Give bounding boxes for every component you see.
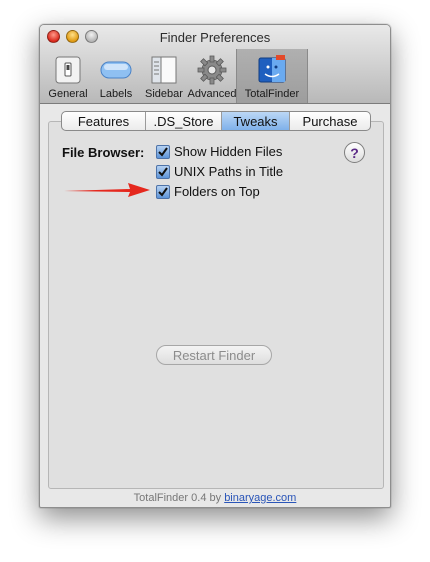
toolbar-advanced[interactable]: Advanced [188,49,236,103]
checkmark-icon [158,166,168,177]
file-browser-label: File Browser: [62,145,145,160]
totalfinder-icon [256,54,288,86]
tab-bar: Features .DS_Store Tweaks Purchase [61,111,371,131]
binaryage-link[interactable]: binaryage.com [224,492,296,504]
checkmark-icon [158,186,168,197]
folders-on-top-checkbox[interactable] [156,184,170,199]
sidebar-icon [148,54,180,86]
folders-on-top-option[interactable]: Folders on Top [156,184,260,199]
footer-by: by [209,492,222,504]
window-title: Finder Preferences [159,30,271,45]
tab-features[interactable]: Features [62,112,146,130]
preferences-window: Finder Preferences General Labels Sideba… [39,24,391,508]
help-button[interactable]: ? [344,142,365,163]
unix-paths-option[interactable]: UNIX Paths in Title [156,164,283,179]
tab-purchase[interactable]: Purchase [290,112,370,130]
gear-icon [196,54,228,86]
unix-paths-label: UNIX Paths in Title [174,164,284,179]
labels-pill-icon [100,54,132,86]
tab-tweaks[interactable]: Tweaks [222,112,290,130]
tab-ds-store[interactable]: .DS_Store [146,112,222,130]
toolbar-sidebar[interactable]: Sidebar [140,49,188,103]
show-hidden-files-checkbox[interactable] [156,144,170,159]
general-switch-icon [52,54,84,86]
toolbar-labels[interactable]: Labels [92,49,140,103]
checkmark-icon [158,146,168,157]
unix-paths-checkbox[interactable] [156,164,170,179]
show-hidden-files-option[interactable]: Show Hidden Files [156,144,282,159]
folders-on-top-label: Folders on Top [174,184,260,199]
title-bar: Finder Preferences General Labels Sideba… [40,25,390,104]
footer: TotalFinder 0.4 by binaryage.com [40,492,390,504]
toolbar-totalfinder[interactable]: TotalFinder [236,49,308,103]
red-arrow-annotation-icon [64,183,150,197]
preferences-toolbar: General Labels Sidebar Advanced TotalFin… [44,49,308,103]
restart-finder-button[interactable]: Restart Finder [156,345,272,365]
toolbar-general[interactable]: General [44,49,92,103]
footer-version: 0.4 [191,492,207,504]
show-hidden-files-label: Show Hidden Files [174,144,283,159]
footer-product: TotalFinder [133,492,189,504]
